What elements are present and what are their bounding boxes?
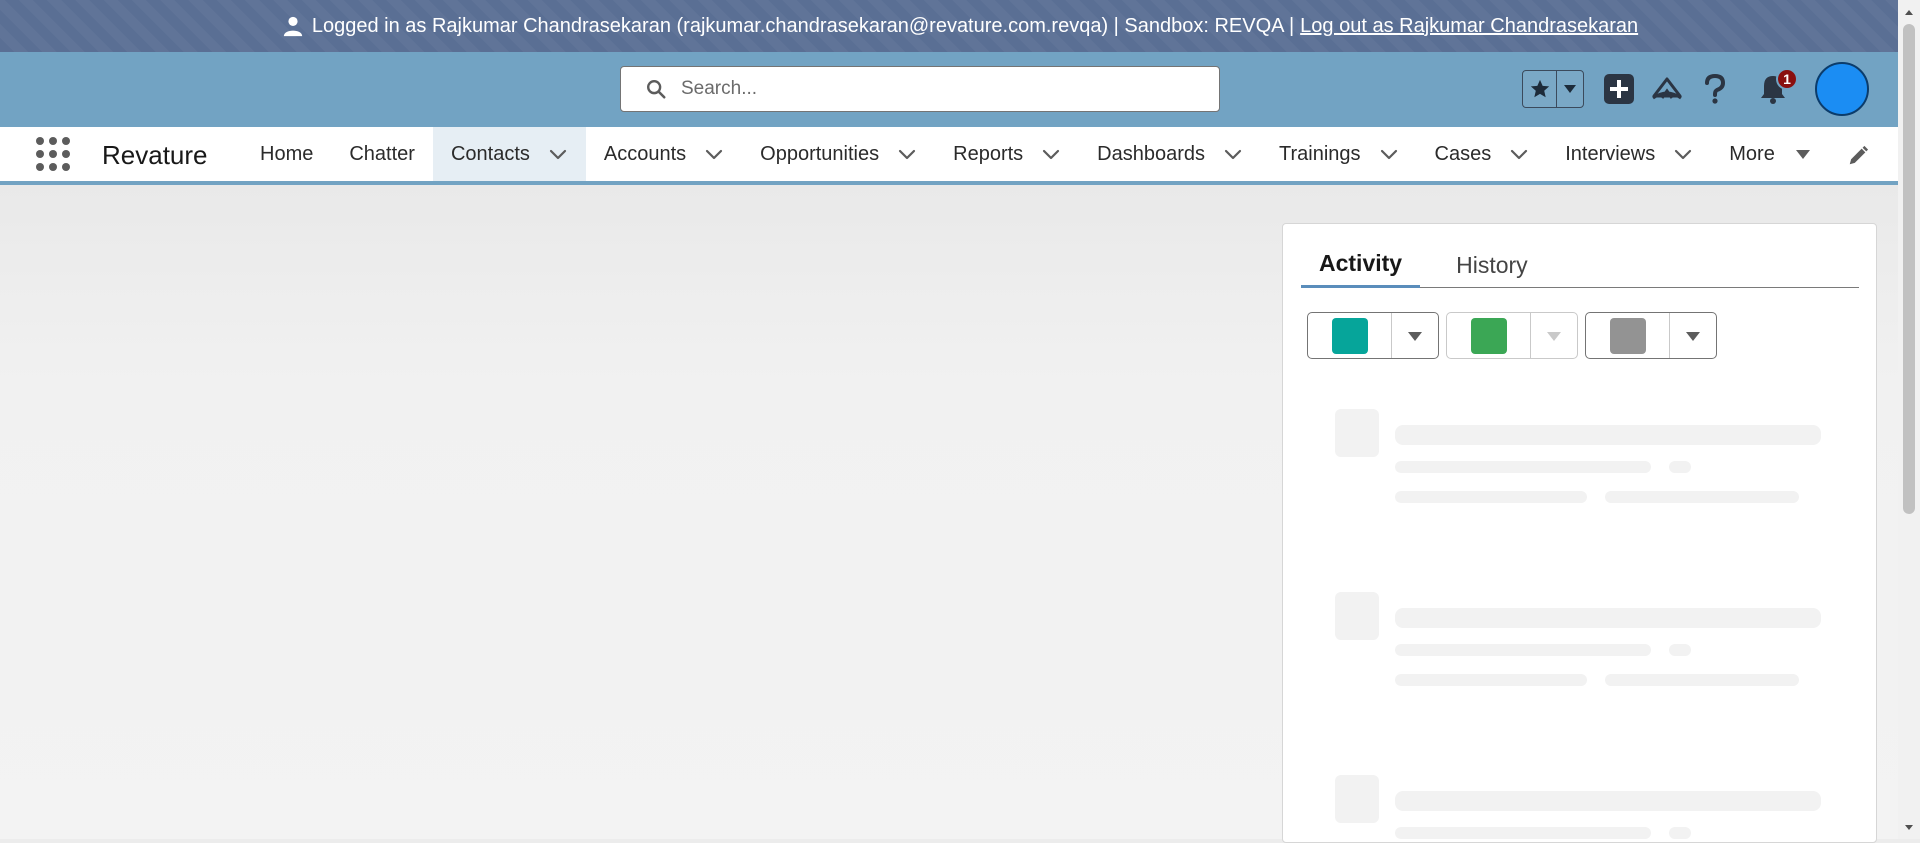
app-name: Revature	[102, 140, 208, 170]
nav-items: Home Chatter Contacts Accounts Opportunities…	[242, 127, 1829, 181]
nav-item-cases[interactable]: Cases	[1417, 127, 1548, 181]
tab-history[interactable]: History	[1438, 242, 1546, 288]
nav-item-label: Accounts	[603, 142, 687, 165]
nav-item-label: Interviews	[1565, 142, 1656, 165]
favorites-list-button[interactable]	[1557, 71, 1583, 107]
tab-activity[interactable]: Activity	[1301, 242, 1421, 288]
nav-item-label: Contacts	[450, 142, 530, 165]
avatar[interactable]	[1815, 62, 1869, 116]
nav-item-label: Home	[260, 142, 314, 165]
nav-more-menu[interactable]: More	[1711, 127, 1829, 181]
quick-action-main[interactable]	[1447, 313, 1531, 358]
chevron-down-icon[interactable]	[1673, 144, 1693, 164]
chevron-down-icon[interactable]	[548, 144, 568, 164]
nav-item-reports[interactable]: Reports	[935, 127, 1079, 181]
caret-down-icon	[1564, 85, 1576, 93]
notification-count-badge: 1	[1776, 68, 1798, 90]
activity-tabs: Activity History	[1301, 242, 1859, 288]
nav-item-opportunities[interactable]: Opportunities	[742, 127, 935, 181]
logout-link[interactable]: Log out as Rajkumar Chandrasekaran	[1300, 15, 1638, 38]
nav-item-chatter[interactable]: Chatter	[331, 127, 433, 181]
quick-action-dropdown[interactable]	[1670, 313, 1716, 358]
nav-item-label: Trainings	[1279, 142, 1361, 165]
trailhead-icon	[1652, 77, 1682, 100]
star-icon	[1530, 79, 1549, 98]
app-navigation: Revature Home Chatter Contacts Accounts Oppo…	[0, 127, 1920, 185]
global-header: 1	[0, 52, 1920, 127]
trailhead-button[interactable]	[1648, 70, 1686, 108]
chevron-down-icon[interactable]	[1379, 144, 1399, 164]
scrollbar-thumb[interactable]	[1903, 24, 1915, 514]
global-actions-button[interactable]	[1600, 70, 1638, 108]
chevron-down-icon[interactable]	[897, 144, 917, 164]
login-as-banner: Logged in as Rajkumar Chandrasekaran (ra…	[0, 0, 1920, 52]
user-icon	[283, 16, 303, 37]
global-search[interactable]	[620, 66, 1220, 112]
logged-in-text: Logged in as Rajkumar Chandrasekaran (ra…	[311, 14, 1295, 37]
nav-item-contacts[interactable]: Contacts	[432, 127, 586, 181]
chevron-down-icon[interactable]	[1509, 144, 1529, 164]
help-button[interactable]	[1696, 70, 1734, 108]
nav-more-label: More	[1729, 142, 1775, 165]
favorites-button[interactable]	[1523, 71, 1557, 107]
caret-down-icon	[1795, 146, 1811, 162]
nav-item-label: Reports	[953, 142, 1024, 165]
quick-action-buttons	[1307, 312, 1724, 359]
scroll-up-arrow-icon[interactable]	[1903, 6, 1915, 18]
page-scrollbar[interactable]	[1898, 0, 1920, 839]
quick-action-dropdown[interactable]	[1531, 313, 1577, 358]
chevron-down-icon[interactable]	[1223, 144, 1243, 164]
quick-action-dropdown[interactable]	[1392, 313, 1438, 358]
quick-action-button[interactable]	[1585, 312, 1717, 359]
help-icon	[1705, 73, 1726, 104]
nav-item-home[interactable]: Home	[242, 127, 331, 181]
chevron-down-icon[interactable]	[1041, 144, 1061, 164]
quick-action-button[interactable]	[1307, 312, 1439, 359]
favorites-group	[1522, 70, 1584, 108]
quick-action-main[interactable]	[1586, 313, 1670, 358]
quick-action-button[interactable]	[1446, 312, 1578, 359]
action-type-icon	[1609, 317, 1646, 354]
edit-nav-pencil-icon[interactable]	[1847, 145, 1869, 167]
plus-icon	[1604, 74, 1634, 104]
notifications-button[interactable]: 1	[1754, 68, 1798, 108]
search-icon	[647, 80, 666, 99]
search-input[interactable]	[679, 77, 1179, 101]
caret-down-icon	[1686, 331, 1700, 341]
chevron-down-icon[interactable]	[704, 144, 724, 164]
nav-item-label: Chatter	[349, 142, 415, 165]
caret-down-icon	[1408, 331, 1422, 341]
nav-item-label: Opportunities	[760, 142, 880, 165]
app-launcher-button[interactable]	[36, 137, 70, 171]
nav-item-interviews[interactable]: Interviews	[1547, 127, 1711, 181]
nav-item-label: Dashboards	[1097, 142, 1205, 165]
quick-action-main[interactable]	[1308, 313, 1392, 358]
scroll-down-arrow-icon[interactable]	[1903, 822, 1915, 834]
nav-item-trainings[interactable]: Trainings	[1261, 127, 1417, 181]
nav-item-accounts[interactable]: Accounts	[586, 127, 742, 181]
caret-down-icon	[1547, 331, 1561, 341]
nav-item-dashboards[interactable]: Dashboards	[1079, 127, 1261, 181]
activity-panel: Activity History	[1282, 223, 1877, 843]
nav-item-label: Cases	[1434, 142, 1492, 165]
action-type-icon	[1331, 317, 1368, 354]
action-type-icon	[1470, 317, 1507, 354]
